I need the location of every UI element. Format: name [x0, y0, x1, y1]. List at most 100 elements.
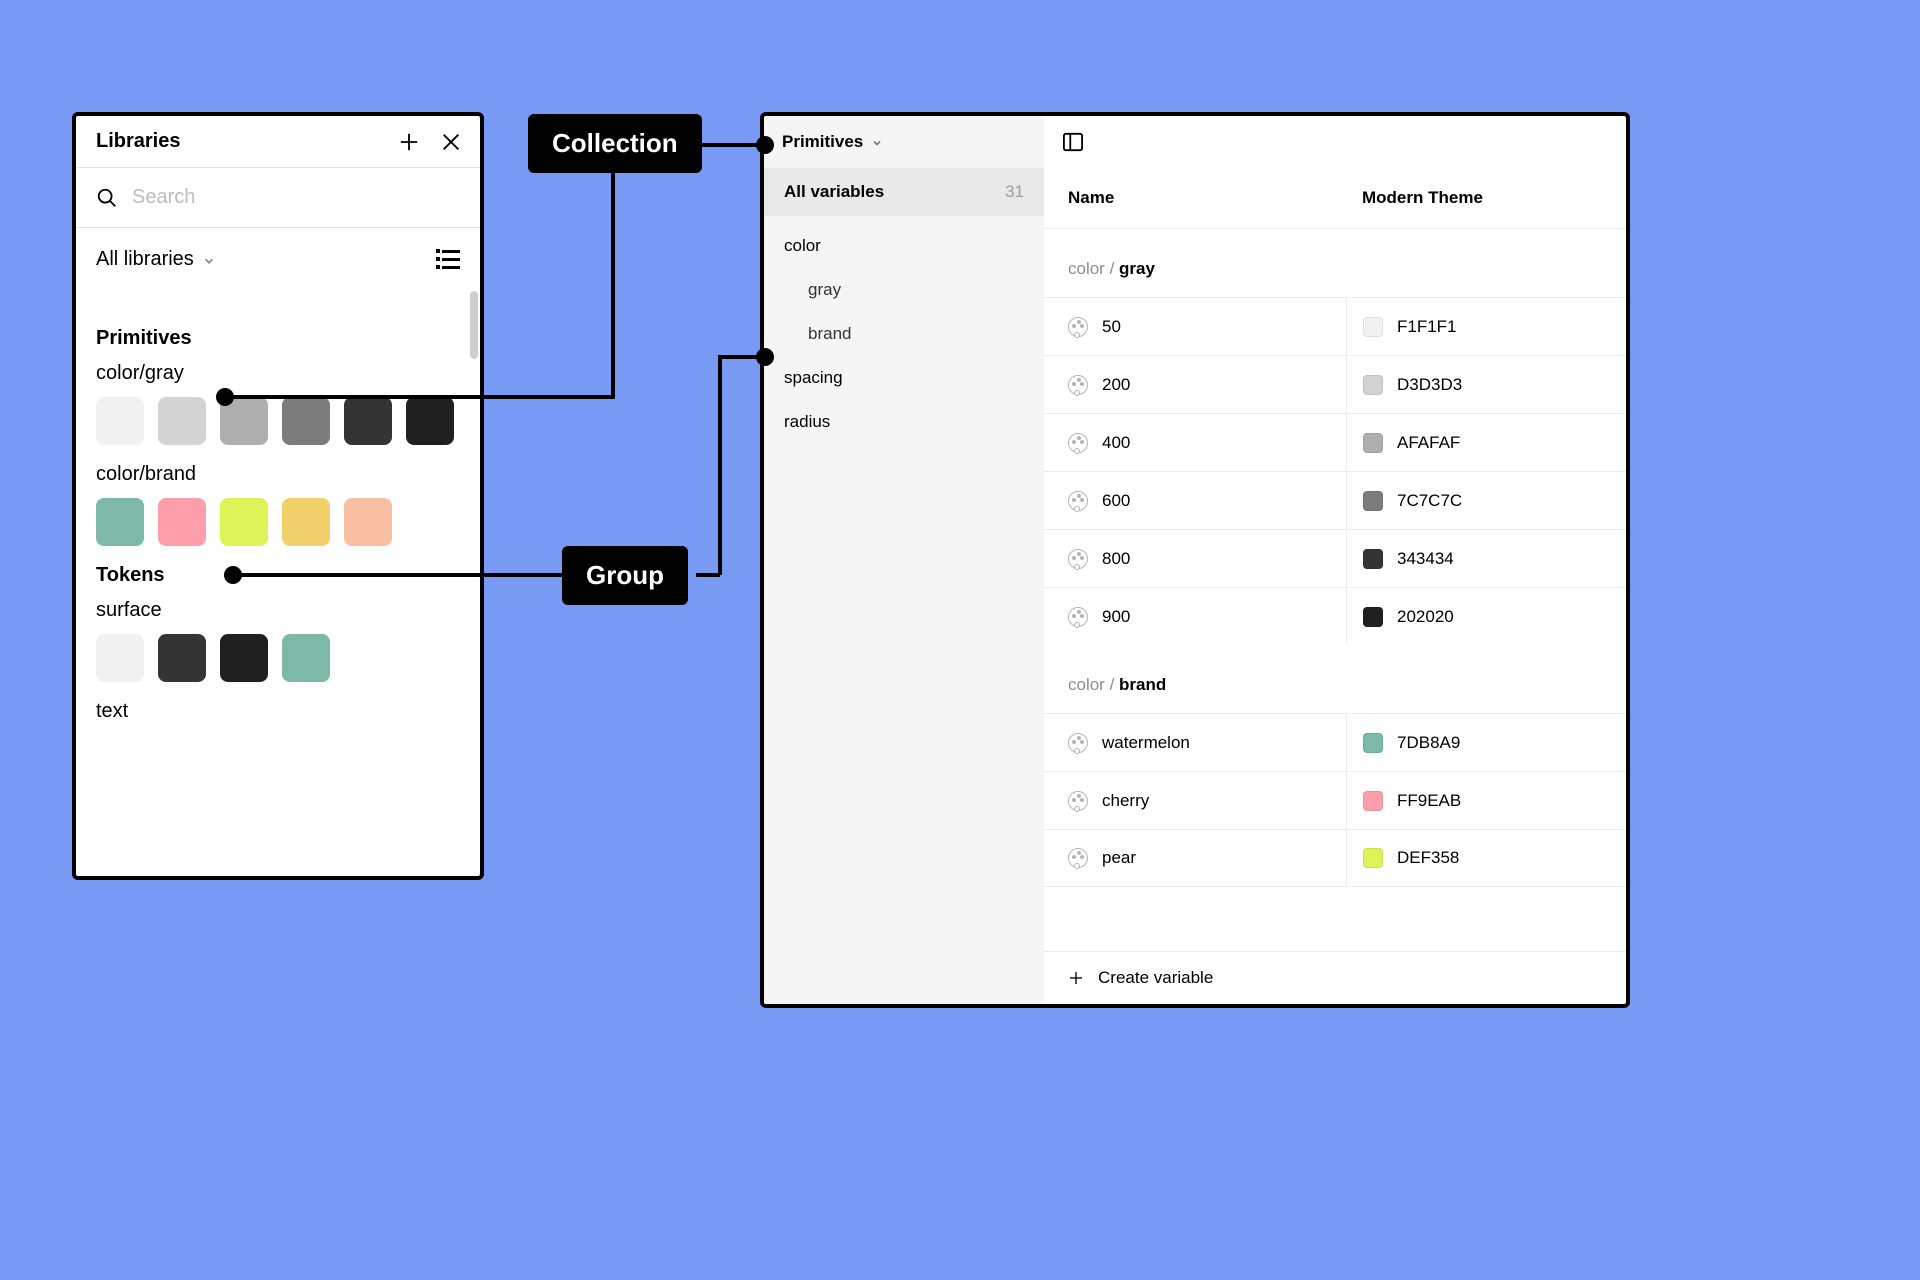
color-swatch[interactable]	[282, 498, 330, 546]
color-variable-icon	[1068, 375, 1088, 395]
variable-name: 600	[1102, 491, 1130, 511]
color-swatch[interactable]	[158, 498, 206, 546]
color-swatch[interactable]	[282, 397, 330, 445]
color-variable-icon	[1068, 433, 1088, 453]
variable-name-cell: pear	[1044, 848, 1346, 868]
color-swatch[interactable]	[96, 397, 144, 445]
color-swatch[interactable]	[220, 498, 268, 546]
annotation-group: Group	[562, 546, 688, 605]
variable-name: pear	[1102, 848, 1136, 868]
color-chip	[1363, 433, 1383, 453]
variable-value-cell[interactable]: DEF358	[1346, 830, 1626, 886]
variable-row[interactable]: 600 7C7C7C	[1044, 471, 1626, 529]
library-section-title: Primitives	[96, 327, 460, 350]
tree-node[interactable]: color	[764, 224, 1044, 268]
variable-row[interactable]: 900 202020	[1044, 587, 1626, 645]
variable-row[interactable]: cherryFF9EAB	[1044, 771, 1626, 829]
color-variable-icon	[1068, 317, 1088, 337]
tree-node[interactable]: spacing	[764, 356, 1044, 400]
variable-value-cell[interactable]: D3D3D3	[1346, 356, 1626, 413]
list-view-button[interactable]	[436, 250, 460, 270]
color-chip	[1363, 733, 1383, 753]
plus-icon	[398, 131, 420, 153]
color-chip	[1363, 375, 1383, 395]
variable-value-cell[interactable]: 202020	[1346, 588, 1626, 645]
variable-row[interactable]: 50 F1F1F1	[1044, 297, 1626, 355]
color-swatch[interactable]	[282, 634, 330, 682]
libraries-body: Primitivescolor/graycolor/brandTokenssur…	[76, 291, 480, 851]
color-swatch[interactable]	[96, 498, 144, 546]
variable-value-cell[interactable]: F1F1F1	[1346, 298, 1626, 355]
color-swatch[interactable]	[158, 397, 206, 445]
variables-sidebar: Primitives All variables 31 colorgraybra…	[764, 116, 1044, 1004]
color-chip	[1363, 317, 1383, 337]
variable-name-cell: 50	[1044, 317, 1346, 337]
all-variables-label: All variables	[784, 182, 884, 202]
library-group-title: color/gray	[96, 362, 460, 385]
variable-row[interactable]: 200D3D3D3	[1044, 355, 1626, 413]
color-swatch[interactable]	[344, 397, 392, 445]
variable-hex: 202020	[1397, 607, 1454, 627]
color-variable-icon	[1068, 848, 1088, 868]
swatch-row	[96, 498, 460, 546]
variables-panel: Primitives All variables 31 colorgraybra…	[760, 112, 1630, 1008]
add-library-button[interactable]	[398, 131, 420, 153]
variable-name-cell: 400	[1044, 433, 1346, 453]
variable-name-cell: watermelon	[1044, 733, 1346, 753]
variable-value-cell[interactable]: 7C7C7C	[1346, 472, 1626, 529]
variable-name: 900	[1102, 607, 1130, 627]
libraries-search[interactable]	[76, 168, 480, 228]
variable-row[interactable]: watermelon 7DB8A9	[1044, 713, 1626, 771]
collection-label: Primitives	[782, 132, 863, 152]
color-variable-icon	[1068, 491, 1088, 511]
variable-row[interactable]: pear DEF358	[1044, 829, 1626, 887]
connector-line	[611, 168, 615, 399]
variable-name: 800	[1102, 549, 1130, 569]
swatch-row	[96, 397, 460, 445]
close-libraries-button[interactable]	[440, 131, 462, 153]
swatch-row	[96, 634, 460, 682]
color-variable-icon	[1068, 607, 1088, 627]
connector-line	[718, 355, 722, 575]
variable-row[interactable]: 800 343434	[1044, 529, 1626, 587]
collection-dropdown[interactable]: Primitives	[764, 116, 1044, 168]
create-variable-button[interactable]: Create variable	[1044, 951, 1626, 1004]
connector-line	[696, 573, 720, 577]
color-variable-icon	[1068, 791, 1088, 811]
variable-name-cell: cherry	[1044, 791, 1346, 811]
variable-name: 50	[1102, 317, 1121, 337]
libraries-filter-label: All libraries	[96, 248, 194, 271]
variable-name: 400	[1102, 433, 1130, 453]
tree-node-child[interactable]: gray	[764, 268, 1044, 312]
color-chip	[1363, 549, 1383, 569]
color-swatch[interactable]	[406, 397, 454, 445]
tree-node[interactable]: radius	[764, 400, 1044, 444]
annotation-collection: Collection	[528, 114, 702, 173]
chevron-down-icon	[871, 137, 883, 149]
variable-group-heading: color / gray	[1044, 229, 1626, 297]
variable-value-cell[interactable]: 343434	[1346, 530, 1626, 587]
search-input[interactable]	[132, 186, 460, 209]
color-swatch[interactable]	[220, 634, 268, 682]
variable-hex: 343434	[1397, 549, 1454, 569]
variable-value-cell[interactable]: 7DB8A9	[1346, 714, 1626, 771]
color-swatch[interactable]	[158, 634, 206, 682]
toggle-sidebar-button[interactable]	[1062, 132, 1084, 152]
list-icon	[436, 250, 460, 270]
libraries-panel: Libraries All libraries	[72, 112, 484, 880]
library-group-title: color/brand	[96, 463, 460, 486]
variable-value-cell[interactable]: AFAFAF	[1346, 414, 1626, 471]
color-swatch[interactable]	[96, 634, 144, 682]
scrollbar-thumb[interactable]	[470, 291, 478, 359]
variable-value-cell[interactable]: FF9EAB	[1346, 772, 1626, 829]
variable-name: watermelon	[1102, 733, 1190, 753]
variable-hex: 7DB8A9	[1397, 733, 1460, 753]
libraries-filter-dropdown[interactable]: All libraries	[96, 248, 216, 271]
close-icon	[440, 131, 462, 153]
variables-tree: colorgraybrandspacingradius	[764, 216, 1044, 452]
variable-group-heading: color / brand	[1044, 645, 1626, 713]
color-swatch[interactable]	[344, 498, 392, 546]
all-variables-row[interactable]: All variables 31	[764, 168, 1044, 216]
tree-node-child[interactable]: brand	[764, 312, 1044, 356]
variable-row[interactable]: 400 AFAFAF	[1044, 413, 1626, 471]
